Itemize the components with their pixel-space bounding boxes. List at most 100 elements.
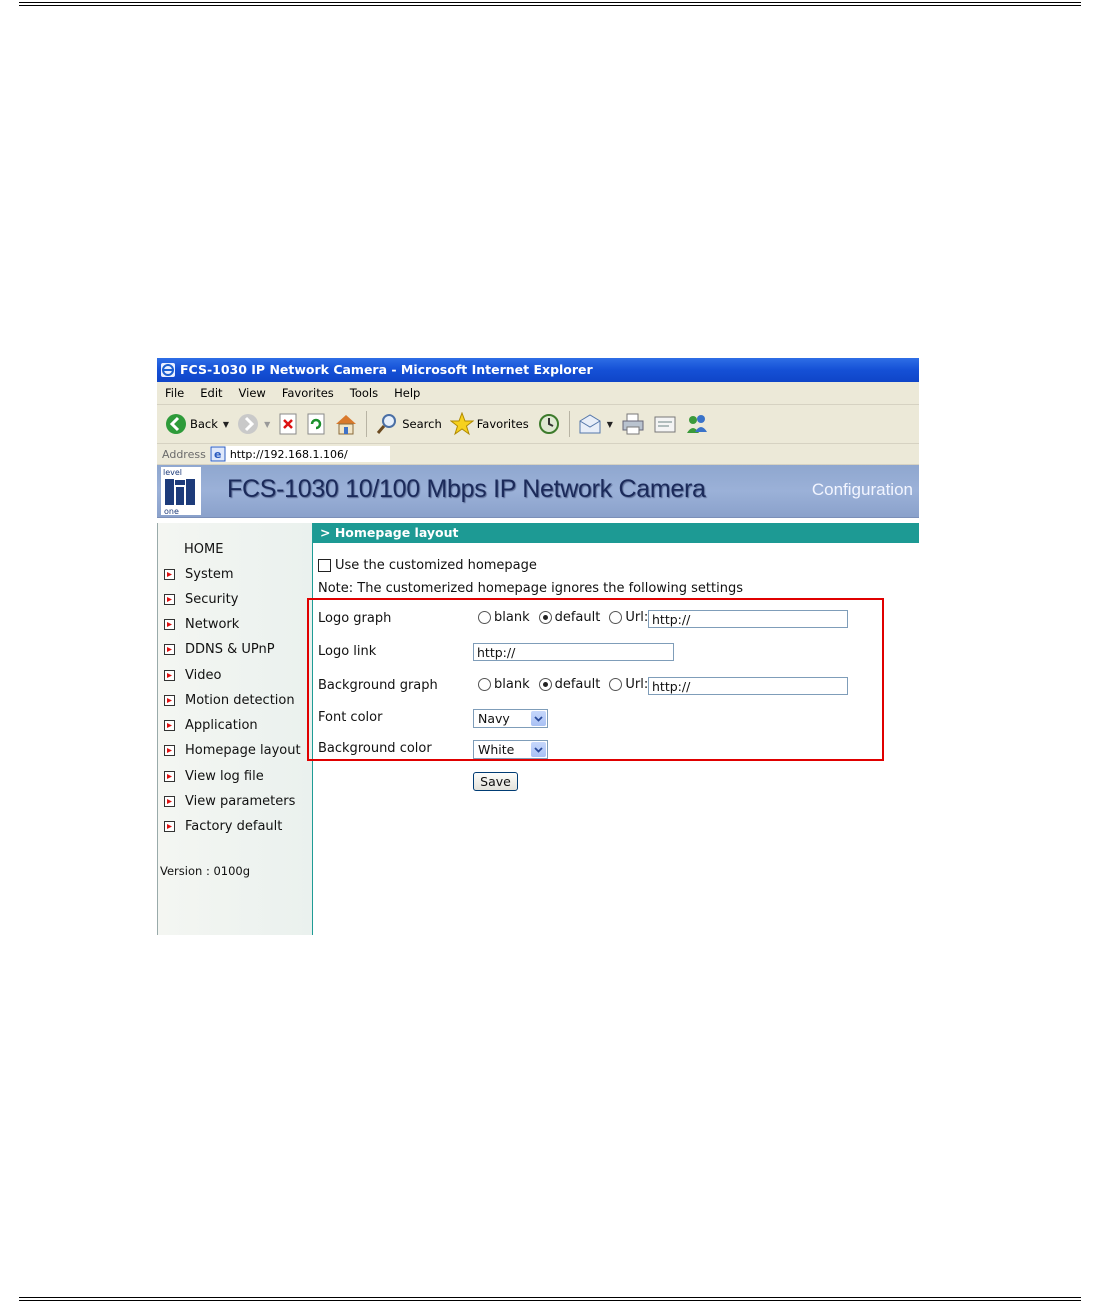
logo-graph-url-option[interactable]: Url: <box>609 610 648 625</box>
menu-edit[interactable]: Edit <box>192 382 230 404</box>
mail-dropdown-icon[interactable]: ▼ <box>607 420 613 429</box>
history-button[interactable] <box>537 413 561 435</box>
forward-dropdown-icon[interactable]: ▼ <box>264 420 270 429</box>
sidebar-item-homepage-layout[interactable]: Homepage layout <box>164 740 301 760</box>
section-title-bar: > Homepage layout <box>313 523 919 543</box>
arrow-right-icon <box>164 719 175 731</box>
back-dropdown-icon[interactable]: ▼ <box>223 420 229 429</box>
sidebar-item-system[interactable]: System <box>164 564 233 584</box>
menu-file[interactable]: File <box>157 382 192 404</box>
favorites-label: Favorites <box>476 417 529 431</box>
favorites-button[interactable]: Favorites <box>449 412 529 436</box>
standard-toolbar: Back ▼ ▼ Search Favorites ▼ <box>157 405 919 444</box>
option-label: blank <box>494 677 530 692</box>
logo-graph-url-input[interactable]: http:// <box>648 610 848 628</box>
sidebar-item-label: Factory default <box>185 818 283 834</box>
sidebar-item-label: View log file <box>185 768 264 784</box>
address-label: Address <box>162 447 206 461</box>
option-label: Url: <box>625 610 649 625</box>
sidebar-item-video[interactable]: Video <box>164 665 221 685</box>
font-color-select[interactable]: Navy <box>473 709 548 728</box>
address-input[interactable]: e http://192.168.1.106/ <box>209 446 390 462</box>
background-graph-label: Background graph <box>318 678 438 693</box>
edit-button[interactable] <box>653 413 677 435</box>
edit-page-icon <box>654 416 676 433</box>
radio-url[interactable] <box>609 611 623 624</box>
settings-note: Note: The customerized homepage ignores … <box>318 581 743 596</box>
toolbar-separator <box>366 411 368 437</box>
home-button[interactable] <box>334 413 358 435</box>
print-button[interactable] <box>621 413 645 435</box>
save-button[interactable]: Save <box>473 772 518 791</box>
background-graph-blank-option[interactable]: blank <box>478 677 530 692</box>
sidebar-item-security[interactable]: Security <box>164 589 238 609</box>
history-icon <box>538 414 559 434</box>
sidebar-item-application[interactable]: Application <box>164 715 258 735</box>
arrow-right-icon <box>164 643 175 655</box>
printer-icon <box>622 413 644 435</box>
logo-link-label: Logo link <box>318 644 377 659</box>
logo-graph-default-option[interactable]: default <box>538 610 601 625</box>
sidebar-item-factory-default[interactable]: Factory default <box>164 816 282 836</box>
arrow-right-icon <box>164 770 175 782</box>
radio-default-selected[interactable] <box>538 678 552 691</box>
menu-view[interactable]: View <box>231 382 274 404</box>
menu-favorites[interactable]: Favorites <box>274 382 342 404</box>
sidebar-item-view-log-file[interactable]: View log file <box>164 766 264 786</box>
menu-tools[interactable]: Tools <box>342 382 386 404</box>
config-sidebar: HOME System Security Network DDNS & UPnP… <box>157 523 313 935</box>
search-button[interactable]: Search <box>375 413 442 435</box>
radio-default-selected[interactable] <box>538 611 552 624</box>
title-bar: FCS-1030 IP Network Camera - Microsoft I… <box>157 358 919 382</box>
sidebar-item-home[interactable]: HOME <box>184 539 223 559</box>
chevron-down-icon[interactable] <box>531 711 546 726</box>
background-color-select[interactable]: White <box>473 740 548 759</box>
background-graph-url-option[interactable]: Url: <box>609 677 648 692</box>
background-graph-default-option[interactable]: default <box>538 677 600 692</box>
browser-window: FCS-1030 IP Network Camera - Microsoft I… <box>157 358 919 935</box>
window-title: FCS-1030 IP Network Camera - Microsoft I… <box>180 362 593 377</box>
banner-title: FCS-1030 10/100 Mbps IP Network Camera <box>227 475 706 503</box>
back-label: Back <box>190 417 218 431</box>
menu-help[interactable]: Help <box>386 382 428 404</box>
arrow-right-icon <box>164 568 175 580</box>
toolbar-separator-2 <box>568 411 570 437</box>
stop-button[interactable] <box>278 413 298 435</box>
levelone-logo: level one <box>161 467 201 515</box>
sidebar-item-network[interactable]: Network <box>164 614 239 634</box>
custom-homepage-checkbox[interactable] <box>318 558 331 572</box>
bottom-rule-thick <box>19 1300 1081 1301</box>
sidebar-item-label: Application <box>185 717 258 733</box>
sidebar-item-label: Video <box>185 667 222 683</box>
font-color-value: Navy <box>478 711 510 726</box>
option-label: default <box>554 610 601 625</box>
forward-button[interactable]: ▼ <box>237 413 270 435</box>
chevron-down-icon[interactable] <box>531 742 546 757</box>
star-icon <box>449 412 474 436</box>
logo-graph-blank-option[interactable]: blank <box>478 610 530 625</box>
sidebar-item-label: View parameters <box>185 793 296 809</box>
background-graph-options: blank default Url: <box>478 677 657 692</box>
menu-bar: File Edit View Favorites Tools Help <box>157 382 919 405</box>
logo-link-input[interactable]: http:// <box>473 643 674 661</box>
messenger-button[interactable] <box>685 413 709 435</box>
camera-banner: level one FCS-1030 10/100 Mbps IP Networ… <box>157 465 919 518</box>
back-arrow-icon <box>166 414 186 434</box>
refresh-button[interactable] <box>306 413 326 435</box>
address-url: http://192.168.1.106/ <box>229 447 348 461</box>
sidebar-item-label: Security <box>185 591 239 607</box>
radio-blank[interactable] <box>478 611 491 624</box>
radio-url[interactable] <box>609 678 623 691</box>
back-button[interactable]: Back ▼ <box>165 413 229 435</box>
mail-button[interactable]: ▼ <box>578 413 613 435</box>
custom-homepage-row: Use the customized homepage <box>318 555 537 575</box>
sidebar-item-motion-detection[interactable]: Motion detection <box>164 690 295 710</box>
arrow-right-icon <box>164 669 175 681</box>
radio-blank[interactable] <box>478 678 491 691</box>
arrow-right-icon <box>164 618 175 630</box>
sidebar-item-view-parameters[interactable]: View parameters <box>164 791 295 811</box>
page-main: HOME System Security Network DDNS & UPnP… <box>157 523 919 935</box>
background-graph-url-input[interactable]: http:// <box>648 677 848 695</box>
sidebar-item-label: Network <box>185 616 240 632</box>
sidebar-item-ddns-upnp[interactable]: DDNS & UPnP <box>164 639 275 659</box>
